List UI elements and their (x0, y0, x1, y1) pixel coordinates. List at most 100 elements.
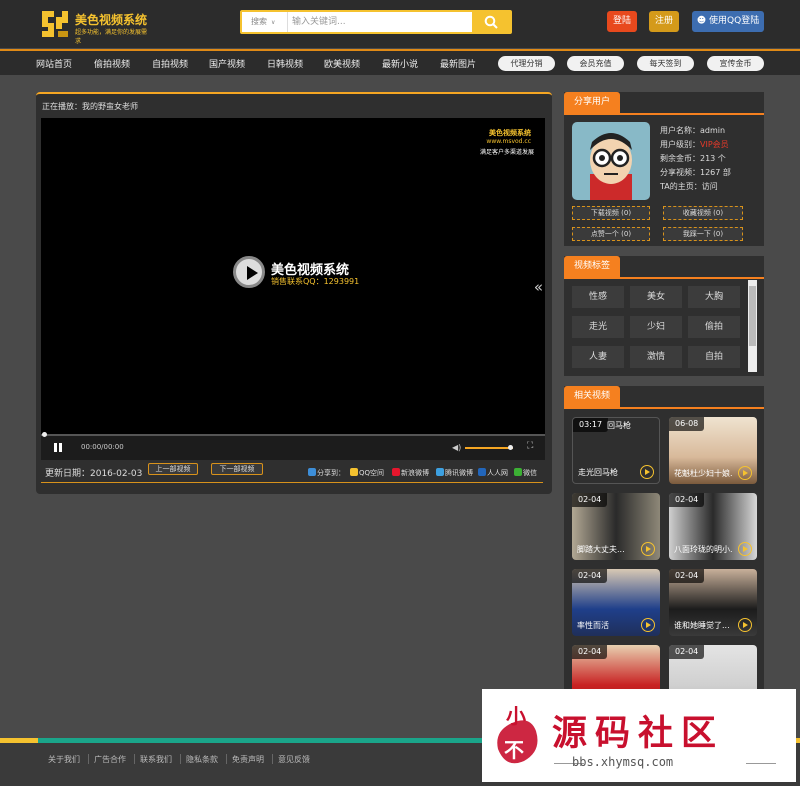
share-weibo[interactable]: 新浪微博 (392, 468, 429, 478)
tag-item[interactable]: 偷拍 (688, 316, 740, 338)
video-card[interactable]: 02-04 八面玲珑的明小... (669, 493, 757, 560)
footer-link-feedback[interactable]: 意见反馈 (278, 754, 310, 765)
search-bar: 搜索 ∨ (240, 10, 512, 34)
watermark-url: www.msvod.cc (486, 138, 531, 145)
play-icon[interactable] (738, 618, 752, 632)
tencent-weibo-icon (436, 468, 444, 476)
renren-icon (478, 468, 486, 476)
seal-logo-icon: 小 不 (497, 704, 538, 764)
share-tencent-weibo[interactable]: 腾讯微博 (436, 468, 473, 478)
footer-separator (226, 754, 227, 764)
avatar[interactable] (572, 122, 650, 200)
watermark-url: bbs.xhymsq.com (572, 755, 674, 769)
nav-item-western[interactable]: 欧美视频 (324, 57, 360, 70)
pill-coins[interactable]: 宣传金币 (707, 56, 764, 71)
video-title: 走光回马枪 (578, 468, 618, 477)
nav-item-novels[interactable]: 最新小说 (382, 57, 418, 70)
footer-link-privacy[interactable]: 隐私条款 (186, 754, 218, 765)
main-nav: 网站首页 偷拍视频 自拍视频 国产视频 日韩视频 欧美视频 最新小说 最新图片 … (0, 49, 800, 75)
search-input[interactable] (292, 14, 462, 30)
volume-slider[interactable] (465, 445, 513, 450)
pill-agent[interactable]: 代理分销 (498, 56, 555, 71)
next-video-button[interactable]: 下一部视频 (211, 463, 263, 475)
pause-icon[interactable] (54, 443, 63, 452)
now-playing: 正在播放：我的野蛮女老师 (42, 102, 138, 111)
play-icon[interactable] (738, 466, 752, 480)
share-qzone[interactable]: QQ空间 (350, 468, 384, 478)
progress-handle[interactable] (42, 432, 47, 437)
collapse-chevron-icon[interactable]: « (534, 278, 543, 296)
play-icon[interactable] (640, 465, 654, 479)
search-category-select[interactable]: 搜索 ∨ (242, 12, 288, 32)
video-title: 花魁杜少妇十娘... (674, 469, 732, 478)
video-date: 03:17 (573, 418, 609, 432)
play-icon[interactable] (738, 542, 752, 556)
tag-item[interactable]: 美女 (630, 286, 682, 308)
watermark-title: 美色视频系统 (489, 129, 531, 137)
avatar-cartoon-icon (590, 133, 632, 200)
footer-separator (180, 754, 181, 764)
nav-item-home[interactable]: 网站首页 (36, 57, 72, 70)
progress-bar[interactable] (41, 432, 545, 437)
video-card[interactable]: 02-04 谁和她睡觉了... (669, 569, 757, 636)
tags-heading: 视频标签 (564, 256, 621, 277)
volume-handle[interactable] (508, 445, 513, 450)
video-screen[interactable]: 美色视频系统 www.msvod.cc 满足客户多渠道发展 美色视频系统 销售联… (41, 118, 545, 460)
logo[interactable]: 美色视频系统 超多功能，满足你的发展需求 (40, 9, 150, 45)
dislike-button[interactable]: 我踩一下 (0) (663, 227, 743, 241)
footer-link-contact[interactable]: 联系我们 (140, 754, 172, 765)
video-card[interactable]: 02-04 脚踏大丈夫... (572, 493, 660, 560)
play-icon[interactable] (641, 542, 655, 556)
nav-item-pictures[interactable]: 最新图片 (440, 57, 476, 70)
related-heading: 相关视频 (564, 386, 621, 407)
video-date: 02-04 (572, 569, 608, 583)
play-icon[interactable] (641, 618, 655, 632)
favorite-button[interactable]: 收藏视频 (0) (663, 206, 743, 220)
tag-item[interactable]: 自拍 (688, 346, 740, 368)
qq-login-button[interactable]: ☻ 使用QQ登陆 (692, 11, 764, 32)
pill-checkin[interactable]: 每天签到 (637, 56, 694, 71)
user-home-link[interactable]: TA的主页：访问 (660, 181, 718, 192)
big-play-icon[interactable] (233, 256, 265, 288)
like-button[interactable]: 点赞一个 (0) (572, 227, 650, 241)
footer-color-bar (38, 738, 488, 743)
share-wechat[interactable]: 微信 (514, 468, 537, 478)
share-renren[interactable]: 人人网 (478, 468, 508, 478)
nav-item-jpkr[interactable]: 日韩视频 (267, 57, 303, 70)
footer-separator (88, 754, 89, 764)
divider (41, 482, 543, 483)
search-button[interactable] (472, 12, 510, 32)
tag-item[interactable]: 少妇 (630, 316, 682, 338)
tag-item[interactable]: 走光 (572, 316, 624, 338)
nav-item-candid[interactable]: 偷拍视频 (94, 57, 130, 70)
top-header: 美色视频系统 超多功能，满足你的发展需求 搜索∨ 登陆 注册 ☻ 使用QQ登陆 (0, 0, 800, 48)
footer-link-ads[interactable]: 广告合作 (94, 754, 126, 765)
video-title: 八面玲珑的明小... (674, 545, 732, 554)
video-date: 06-08 (669, 417, 705, 431)
nav-item-selfie[interactable]: 自拍视频 (152, 57, 188, 70)
footer-link-disclaimer[interactable]: 免责声明 (232, 754, 264, 765)
fullscreen-icon[interactable]: ⛶ (527, 441, 533, 451)
video-card[interactable]: 02-04 率性而活 (572, 569, 660, 636)
tags-scrollbar[interactable] (748, 280, 757, 372)
prev-video-button[interactable]: 上一部视频 (148, 463, 198, 475)
login-button[interactable]: 登陆 (607, 11, 637, 32)
svg-text:不: 不 (504, 738, 524, 762)
scrollbar-thumb[interactable] (749, 286, 756, 346)
pill-recharge[interactable]: 会员充值 (567, 56, 624, 71)
video-card[interactable]: 06-08 花魁杜少妇十娘... (669, 417, 757, 484)
download-button[interactable]: 下载视频 (0) (572, 206, 650, 220)
tag-item[interactable]: 人妻 (572, 346, 624, 368)
tag-item[interactable]: 激情 (630, 346, 682, 368)
register-button[interactable]: 注册 (649, 11, 679, 32)
footer-link-about[interactable]: 关于我们 (48, 754, 80, 765)
tag-item[interactable]: 性感 (572, 286, 624, 308)
nav-item-domestic[interactable]: 国产视频 (209, 57, 245, 70)
tag-item[interactable]: 大胸 (688, 286, 740, 308)
volume-icon[interactable]: ◀) (452, 443, 461, 452)
search-icon (484, 15, 498, 29)
video-card[interactable]: 03:17 回马枪 走光回马枪 (572, 417, 660, 484)
video-title: 脚踏大丈夫... (577, 545, 625, 554)
player-controls: 00:00/00:00 ◀) ⛶ (41, 432, 545, 460)
logo-icon (42, 11, 68, 37)
